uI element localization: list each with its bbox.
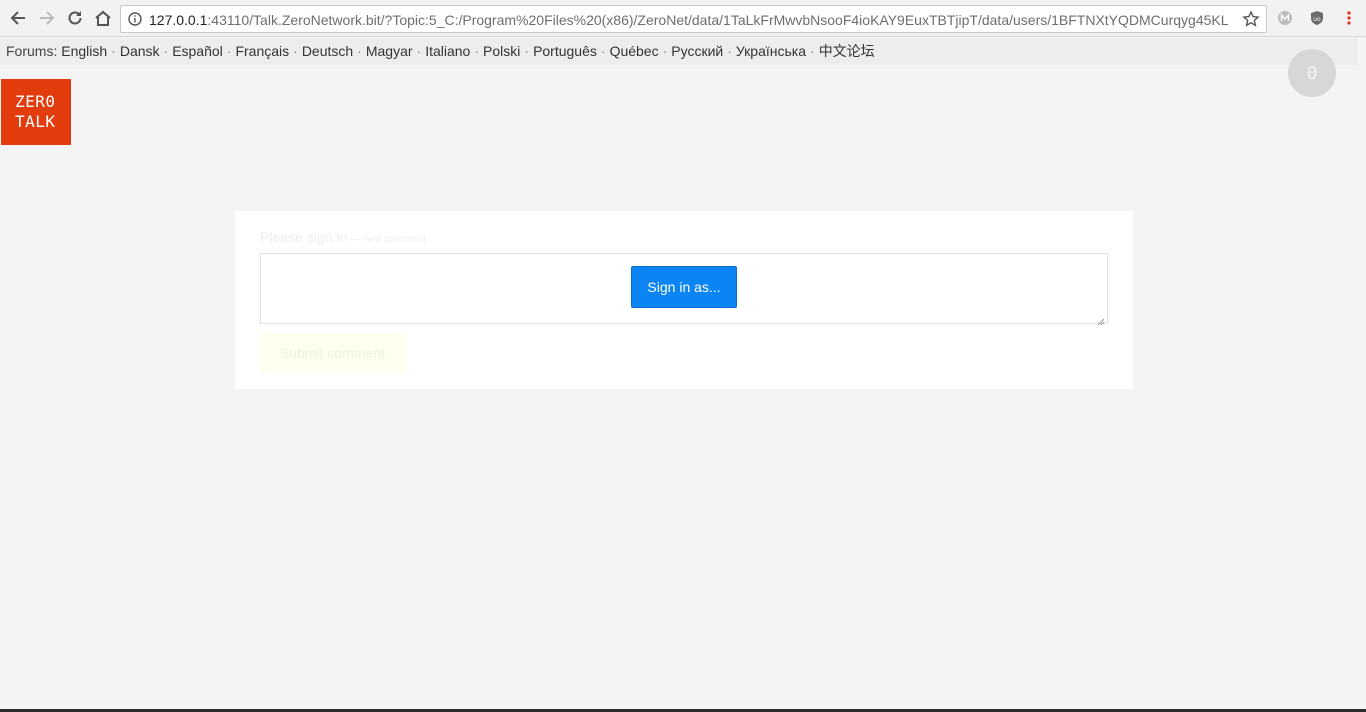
comment-form-card: Please sign in — new comment Sign in as.… — [235, 211, 1133, 389]
url-host: 127.0.0.1 — [149, 12, 208, 28]
forum-link[interactable]: English — [61, 43, 107, 59]
forum-link[interactable]: 中文论坛 — [819, 43, 875, 59]
home-icon[interactable] — [92, 7, 114, 29]
separator: · — [524, 43, 530, 59]
info-icon[interactable] — [128, 12, 142, 26]
logo-line2: TALK — [15, 112, 56, 131]
ublock-shield-icon[interactable]: uo — [1308, 9, 1326, 27]
separator: · — [293, 43, 298, 59]
comment-title-text: Please sign in — [260, 229, 348, 245]
forum-link[interactable]: Italiano — [425, 43, 470, 59]
svg-text:uo: uo — [1313, 16, 1321, 23]
resize-handle-icon[interactable] — [1097, 313, 1105, 326]
reload-icon[interactable] — [64, 7, 86, 29]
separator: · — [474, 43, 480, 59]
menu-kebab-icon[interactable] — [1340, 9, 1358, 27]
comment-subtitle: — new comment — [351, 234, 427, 245]
forums-links: Forums: English · Dansk · Español · Français · D… — [6, 43, 875, 59]
forums-prefix: Forums: — [6, 43, 58, 59]
separator: · — [662, 43, 668, 59]
logo-line1: ZER0 — [15, 92, 56, 111]
url-text: 127.0.0.1:43110/Talk.ZeroNetwork.bit/?To… — [149, 12, 1229, 28]
separator: · — [600, 43, 606, 59]
zerotalk-logo[interactable]: ZER0 TALK — [1, 79, 71, 145]
notification-badge[interactable]: 0 — [1288, 49, 1336, 97]
separator: · — [357, 43, 362, 59]
address-bar[interactable]: 127.0.0.1:43110/Talk.ZeroNetwork.bit/?To… — [120, 5, 1267, 33]
url-path: :43110/Talk.ZeroNetwork.bit/?Topic:5_C:/… — [207, 12, 1229, 28]
separator: · — [226, 43, 232, 59]
back-icon[interactable] — [7, 7, 29, 29]
forum-link[interactable]: Français — [235, 43, 289, 59]
forum-link[interactable]: Polski — [483, 43, 520, 59]
forum-link[interactable]: Magyar — [366, 43, 413, 59]
forum-link[interactable]: Dansk — [120, 43, 160, 59]
sign-in-button[interactable]: Sign in as... — [631, 266, 737, 308]
extension-m-icon[interactable] — [1276, 9, 1294, 27]
separator: · — [111, 43, 116, 59]
bookmark-star-icon[interactable] — [1242, 10, 1260, 28]
browser-toolbar: 127.0.0.1:43110/Talk.ZeroNetwork.bit/?To… — [0, 0, 1366, 37]
forum-link[interactable]: Deutsch — [302, 43, 353, 59]
separator: · — [163, 43, 169, 59]
forum-link[interactable]: Español — [172, 43, 223, 59]
forum-link[interactable]: Português — [533, 43, 597, 59]
forum-link[interactable]: Українська — [736, 43, 806, 59]
separator: · — [416, 43, 422, 59]
forum-link[interactable]: Русский — [671, 43, 723, 59]
badge-count: 0 — [1306, 62, 1318, 84]
forums-bar: Forums: English · Dansk · Español · Français · D… — [0, 38, 1358, 65]
separator: · — [727, 43, 732, 59]
forum-link[interactable]: Québec — [610, 43, 659, 59]
submit-comment-button[interactable]: Submit comment — [260, 333, 405, 373]
comment-form-title: Please sign in — new comment — [260, 229, 426, 245]
forward-icon[interactable] — [36, 7, 58, 29]
separator: · — [810, 43, 815, 59]
